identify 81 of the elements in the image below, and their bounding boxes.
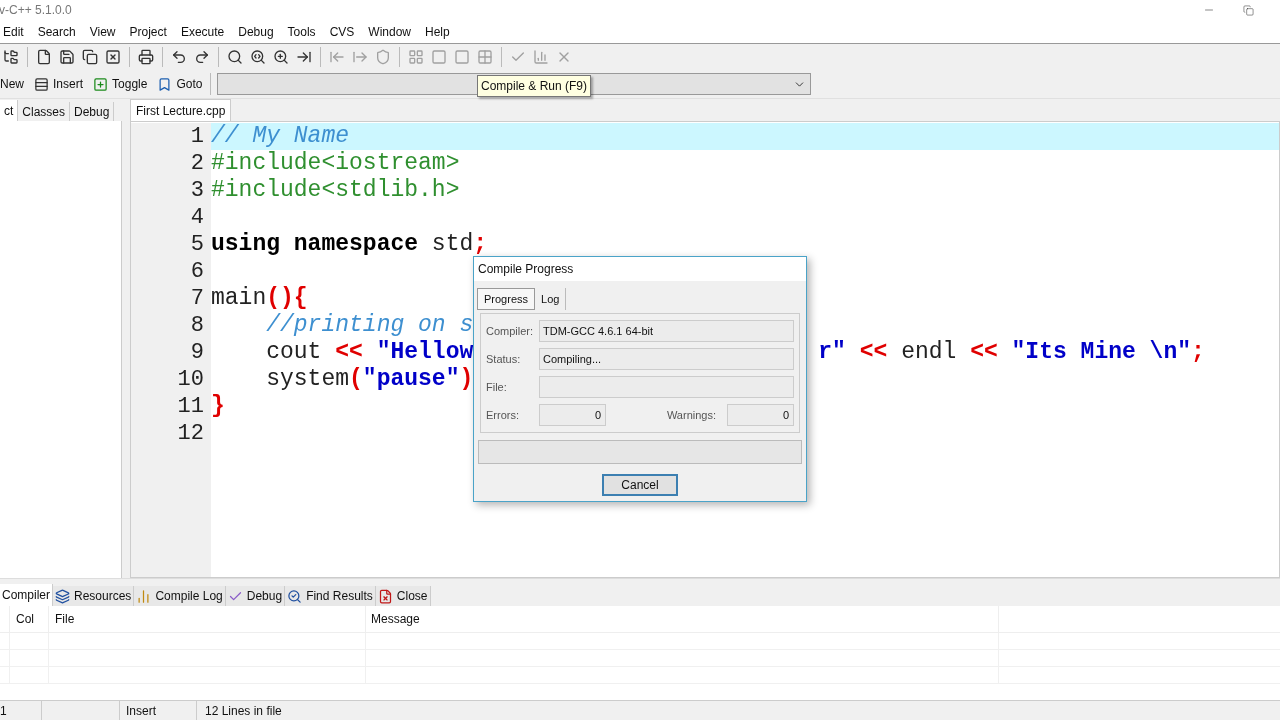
dialog-title: Compile Progress — [478, 261, 574, 278]
status-text: Insert — [126, 702, 156, 720]
line-number: 11 — [177, 394, 204, 419]
tab[interactable]: Find Results — [285, 586, 376, 606]
line-number: 4 — [190, 205, 204, 230]
warnings-field: 0 — [727, 404, 794, 426]
code-line: } — [211, 393, 225, 419]
editor-tab[interactable]: First Lecture.cpp — [130, 99, 232, 121]
layers-icon — [55, 588, 70, 604]
menu-item[interactable]: Edit — [3, 22, 24, 41]
menu-item[interactable]: CVS — [329, 22, 355, 41]
toolbar-button[interactable]: Goto — [176, 75, 203, 93]
find-next-icon[interactable] — [273, 49, 289, 65]
code-line: cout << "Hellow — [265, 339, 474, 365]
close-file-icon[interactable] — [105, 49, 121, 65]
line-number: 12 — [177, 421, 204, 446]
chart-icon — [136, 588, 152, 604]
errors-field: 0 — [539, 404, 606, 426]
code-line: system("pause") — [265, 366, 474, 392]
code-line: main(){ — [211, 285, 308, 311]
undo-icon[interactable] — [171, 49, 187, 65]
status-text: 1 — [0, 702, 7, 720]
print-icon[interactable] — [138, 49, 154, 65]
menu-item[interactable]: Debug — [238, 22, 274, 41]
code-line: #include<stdlib.h> — [211, 177, 460, 203]
tab[interactable]: Resources — [53, 586, 135, 606]
tab[interactable]: Compile Log — [134, 586, 226, 606]
menu-item[interactable]: View — [89, 22, 116, 41]
line-number: 1 — [190, 124, 204, 149]
field-label: Warnings: — [666, 407, 716, 423]
line-number: 9 — [190, 340, 204, 365]
menu-item[interactable]: Tools — [287, 22, 316, 41]
menu-item[interactable]: Help — [425, 22, 450, 41]
goto-line-icon[interactable] — [296, 49, 312, 65]
field-label: Status: — [486, 351, 522, 367]
new-file-icon[interactable] — [36, 49, 52, 65]
field-label: File: — [486, 379, 508, 395]
status-field: Compiling... — [539, 348, 794, 370]
restore-icon[interactable] — [1243, 4, 1254, 16]
save-icon[interactable] — [59, 49, 75, 65]
menu-item[interactable]: Window — [368, 22, 411, 41]
code-line: using namespace std; — [211, 231, 488, 257]
line-number: 10 — [177, 367, 204, 392]
column-header[interactable]: Col — [16, 610, 34, 628]
redo-icon[interactable] — [194, 49, 210, 65]
close-icon — [377, 588, 393, 604]
compiler-field: TDM-GCC 4.6.1 64-bit — [539, 320, 794, 342]
cancel-button[interactable]: Cancel — [602, 474, 678, 496]
toolbar-button[interactable]: New — [0, 75, 24, 93]
tab[interactable]: ct — [0, 100, 19, 121]
status-text: 12 Lines in file — [205, 702, 282, 720]
tab[interactable]: Compiler — [0, 584, 53, 606]
toolbar-button[interactable]: Toggle — [112, 75, 148, 93]
tab[interactable]: Close — [375, 586, 431, 606]
toolbar-button[interactable]: Insert — [53, 75, 84, 93]
tree-icon[interactable] — [3, 49, 19, 65]
menu-item[interactable]: Search — [37, 22, 76, 41]
search-icon[interactable] — [227, 49, 243, 65]
code-line: // My Name — [211, 123, 350, 149]
plus-icon — [93, 76, 109, 92]
tab[interactable]: Progress — [477, 288, 536, 310]
column-header[interactable]: Message — [371, 610, 420, 628]
line-number: 7 — [190, 286, 204, 311]
menu-item[interactable]: Execute — [180, 22, 225, 41]
tooltip: Compile & Run (F9) — [477, 75, 592, 97]
line-number: 2 — [190, 151, 204, 176]
line-number: 3 — [190, 178, 204, 203]
column-header[interactable]: File — [55, 610, 75, 628]
code-line: #include<iostream> — [211, 150, 460, 176]
line-number: 8 — [190, 313, 204, 338]
tab[interactable]: Debug — [225, 586, 286, 606]
search-icon — [287, 588, 303, 604]
field-label: Compiler: — [486, 323, 534, 339]
code-line: //printing on s — [265, 312, 474, 338]
line-number: 5 — [190, 232, 204, 257]
field-label: Errors: — [486, 407, 520, 423]
save-all-icon[interactable] — [82, 49, 98, 65]
line-number: 6 — [190, 259, 204, 284]
menu-item[interactable]: Project — [129, 22, 167, 41]
bookmark-icon — [157, 76, 173, 92]
code-line: r" << endl << "Its Mine \n"; — [818, 339, 1205, 366]
